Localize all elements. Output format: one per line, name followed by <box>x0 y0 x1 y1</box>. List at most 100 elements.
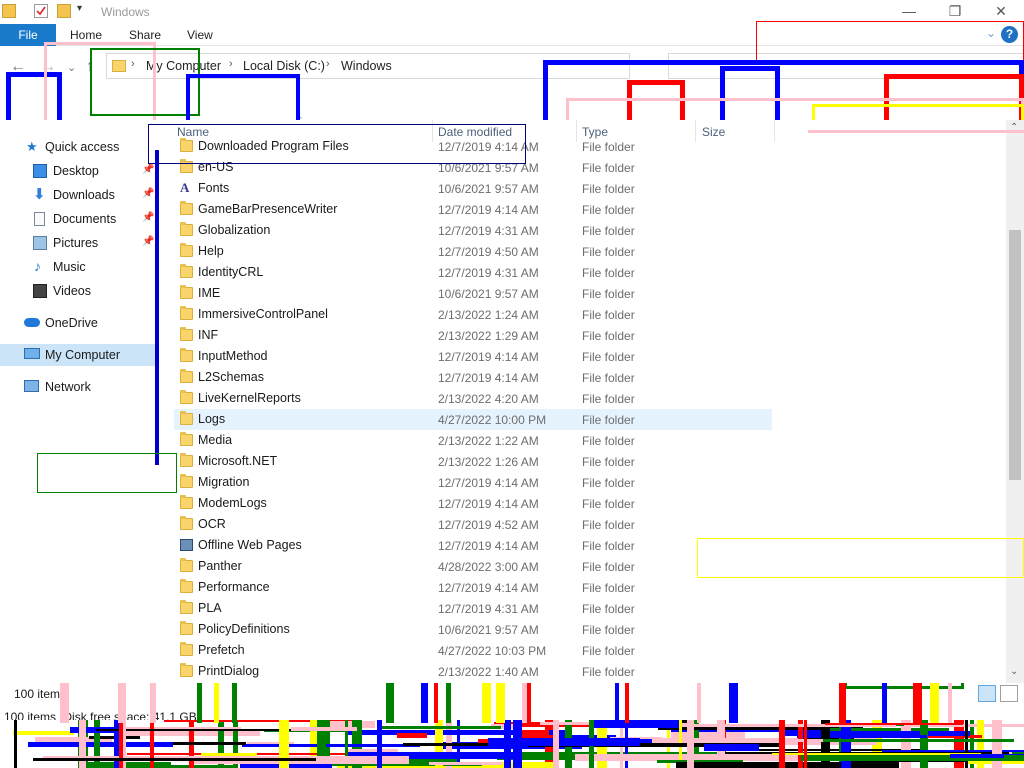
table-row[interactable]: Offline Web Pages 12/7/2019 4:14 AM File f… <box>174 535 772 556</box>
scrollbar-thumb[interactable] <box>1009 230 1021 480</box>
table-row[interactable]: PrintDialog 2/13/2022 1:40 AM File folder <box>174 661 772 682</box>
overlay-noise-bar <box>704 744 759 751</box>
up-arrow-icon[interactable]: ↑ <box>86 58 94 76</box>
overlay-box <box>566 98 1024 120</box>
vertical-scrollbar[interactable]: ⌃ ⌄ <box>1006 120 1024 683</box>
breadcrumb-separator-icon[interactable]: › <box>229 58 233 70</box>
sidebar-item-onedrive[interactable]: OneDrive <box>0 312 157 334</box>
pin-icon[interactable]: 📌 <box>142 188 154 199</box>
table-row[interactable]: INF 2/13/2022 1:29 AM File folder <box>174 325 772 346</box>
table-row[interactable]: InputMethod 12/7/2019 4:14 AM File folder <box>174 346 772 367</box>
table-row[interactable]: A Fonts 10/6/2021 9:57 AM File folder <box>174 178 772 199</box>
customize-quick-access-icon[interactable]: ▾ <box>77 3 82 14</box>
file-name: GameBarPresenceWriter <box>198 202 338 216</box>
sidebar-item-music[interactable]: ♪ Music <box>0 256 157 278</box>
breadcrumb-local-disk[interactable]: Local Disk (C:) <box>243 59 325 73</box>
file-date-modified: 12/7/2019 4:14 AM <box>438 476 539 490</box>
scroll-down-arrow-icon[interactable]: ⌄ <box>1010 666 1018 677</box>
overlay-noise-bar <box>13 731 74 735</box>
table-row[interactable]: Globalization 12/7/2019 4:31 AM File folde… <box>174 220 772 241</box>
back-arrow-icon[interactable]: ← <box>10 58 26 76</box>
table-row[interactable]: Downloaded Program Files 12/7/2019 4:14 A… <box>174 136 772 157</box>
table-row[interactable]: OCR 12/7/2019 4:52 AM File folder <box>174 514 772 535</box>
table-row[interactable]: Media 2/13/2022 1:22 AM File folder <box>174 430 772 451</box>
maximize-button[interactable]: ❐ <box>932 0 978 24</box>
file-date-modified: 12/7/2019 4:14 AM <box>438 140 539 154</box>
table-row[interactable]: Microsoft.NET 2/13/2022 1:26 AM File folde… <box>174 451 772 472</box>
search-input[interactable] <box>668 53 1024 79</box>
folder-icon <box>180 663 193 677</box>
file-type: File folder <box>582 182 635 196</box>
sidebar-item-quick-access[interactable]: ★ Quick access <box>0 136 157 158</box>
file-name: Logs <box>198 412 226 426</box>
table-row[interactable]: IdentityCRL 12/7/2019 4:31 AM File folder <box>174 262 772 283</box>
chevron-down-icon[interactable]: ⌄ <box>986 26 996 40</box>
file-type: File folder <box>582 161 635 175</box>
table-row[interactable]: GameBarPresenceWriter 12/7/2019 4:14 AM Fi… <box>174 199 772 220</box>
folder-icon <box>180 642 193 656</box>
file-name: PrintDialog <box>198 664 260 678</box>
table-row[interactable]: IME 10/6/2021 9:57 AM File folder <box>174 283 772 304</box>
table-row[interactable]: ImmersiveControlPanel 2/13/2022 1:24 AM Fi… <box>174 304 772 325</box>
file-date-modified: 2/13/2022 1:24 AM <box>438 308 539 322</box>
minimize-button[interactable]: — <box>886 0 932 24</box>
table-row[interactable]: Migration 12/7/2019 4:14 AM File folder <box>174 472 772 493</box>
new-folder-icon[interactable] <box>57 4 71 18</box>
file-type: File folder <box>582 602 635 616</box>
pin-icon[interactable]: 📌 <box>142 212 154 223</box>
pin-icon[interactable]: 📌 <box>142 236 154 247</box>
scroll-up-arrow-icon[interactable]: ⌃ <box>1010 122 1018 133</box>
overlay-noise-bar <box>797 735 927 738</box>
sidebar-item-network[interactable]: Network <box>0 376 157 398</box>
sidebar-item-label: Documents <box>53 212 117 226</box>
breadcrumb-my-computer[interactable]: My Computer <box>146 59 221 73</box>
forward-arrow-icon[interactable]: → <box>40 58 56 76</box>
table-row[interactable]: Panther 4/28/2022 3:00 AM File folder <box>174 556 772 577</box>
file-type: File folder <box>582 476 635 490</box>
details-view-icon[interactable] <box>978 685 996 702</box>
properties-icon[interactable] <box>34 4 48 18</box>
table-row[interactable]: en-US 10/6/2021 9:57 AM File folder <box>174 157 772 178</box>
table-row[interactable]: Logs 4/27/2022 10:00 PM File folder <box>174 409 772 430</box>
large-icons-view-icon[interactable] <box>1000 685 1018 702</box>
overlay-noise-bar <box>14 720 17 768</box>
column-divider[interactable] <box>774 120 775 142</box>
sidebar-item-downloads[interactable]: ⬇ Downloads 📌 <box>0 184 157 206</box>
sidebar-item-desktop[interactable]: Desktop 📌 <box>0 160 157 182</box>
table-row[interactable]: LiveKernelReports 2/13/2022 4:20 AM File f… <box>174 388 772 409</box>
recent-locations-chevron-icon[interactable]: ⌄ <box>67 61 76 74</box>
breadcrumb-separator-icon[interactable]: › <box>131 58 135 70</box>
table-row[interactable]: PolicyDefinitions 10/6/2021 9:57 AM File f… <box>174 619 772 640</box>
file-name: INF <box>198 328 219 342</box>
file-name: Fonts <box>198 181 230 195</box>
table-row[interactable]: Prefetch 4/27/2022 10:03 PM File folder <box>174 640 772 661</box>
sidebar-item-documents[interactable]: Documents 📌 <box>0 208 157 230</box>
table-row[interactable]: Performance 12/7/2019 4:14 AM File folder <box>174 577 772 598</box>
folder-icon <box>112 60 126 72</box>
computer-icon <box>24 348 40 359</box>
folder-icon <box>180 369 193 383</box>
tab-home[interactable]: Home <box>70 28 102 42</box>
breadcrumb-separator-icon[interactable]: › <box>326 58 330 70</box>
breadcrumb-windows[interactable]: Windows <box>341 59 392 73</box>
close-button[interactable]: ✕ <box>978 0 1024 24</box>
pin-icon[interactable]: 📌 <box>142 164 154 175</box>
sidebar-item-pictures[interactable]: Pictures 📌 <box>0 232 157 254</box>
sidebar-item-my-computer[interactable]: My Computer <box>0 344 157 366</box>
help-icon[interactable]: ? <box>1001 26 1018 43</box>
table-row[interactable]: ModemLogs 12/7/2019 4:14 AM File folder <box>174 493 772 514</box>
tab-share[interactable]: Share <box>129 28 161 42</box>
table-row[interactable]: Help 12/7/2019 4:50 AM File folder <box>174 241 772 262</box>
file-date-modified: 12/7/2019 4:14 AM <box>438 203 539 217</box>
tab-file[interactable]: File <box>0 24 56 46</box>
tab-view[interactable]: View <box>187 28 213 42</box>
file-type: File folder <box>582 497 635 511</box>
file-name: Panther <box>198 559 242 573</box>
address-bar[interactable]: › My Computer › Local Disk (C:) › Window… <box>106 53 630 79</box>
overlay-noise-bar <box>553 720 559 768</box>
overlay-noise-bar <box>33 758 316 761</box>
file-date-modified: 12/7/2019 4:52 AM <box>438 518 539 532</box>
table-row[interactable]: L2Schemas 12/7/2019 4:14 AM File folder <box>174 367 772 388</box>
sidebar-item-videos[interactable]: Videos <box>0 280 157 302</box>
table-row[interactable]: PLA 12/7/2019 4:31 AM File folder <box>174 598 772 619</box>
